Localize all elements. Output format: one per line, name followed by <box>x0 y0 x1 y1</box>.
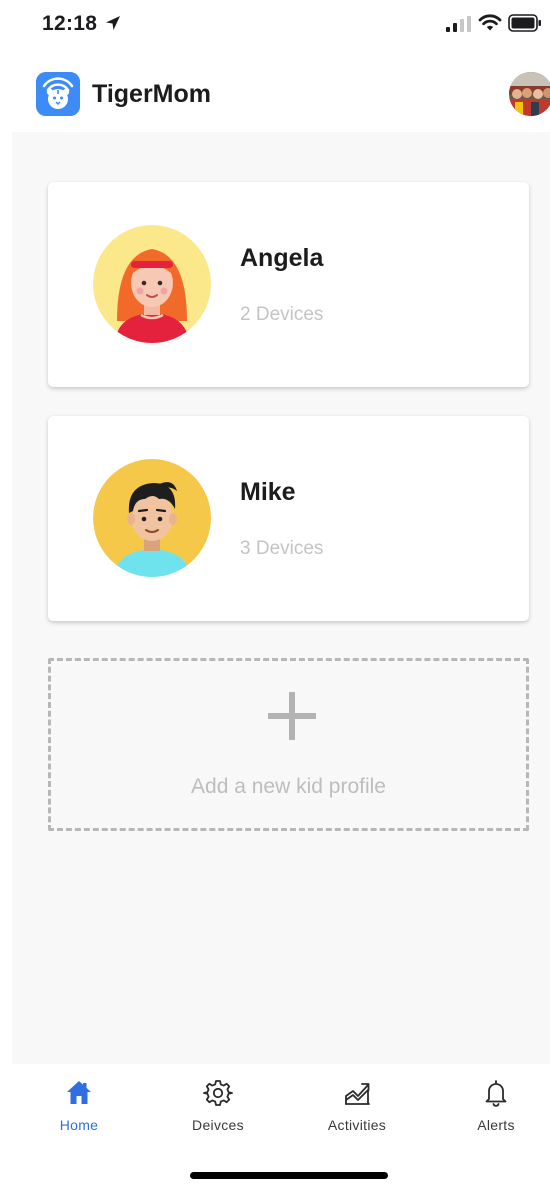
tab-home[interactable]: Home <box>24 1078 134 1138</box>
kid-card-mike[interactable]: Mike 3 Devices <box>48 416 529 621</box>
location-arrow-icon <box>106 16 120 30</box>
kid-name: Mike <box>240 478 296 506</box>
plus-icon <box>268 692 316 740</box>
add-kid-profile-button[interactable]: Add a new kid profile <box>48 658 529 831</box>
tab-label: Alerts <box>477 1117 515 1133</box>
bell-icon <box>485 1080 507 1107</box>
main-content: Angela 2 Devices Mike 3 Devices Add a ne… <box>12 132 550 1064</box>
profile-avatar[interactable] <box>509 72 550 116</box>
home-icon <box>67 1081 91 1104</box>
tab-label: Home <box>59 1117 99 1133</box>
battery-icon <box>508 14 541 32</box>
boy-avatar-illustration <box>93 459 211 577</box>
app-title: TigerMom <box>92 80 211 108</box>
status-bar: 12:18 <box>0 0 550 48</box>
kid-name: Angela <box>240 244 324 272</box>
signal-icon <box>446 16 471 32</box>
gear-icon <box>203 1080 233 1106</box>
profile-photo <box>509 72 550 116</box>
app-header: TigerMom <box>0 60 550 132</box>
bottom-tab-bar: Home Deivces Activities Alerts <box>0 1064 550 1187</box>
home-indicator[interactable] <box>190 1172 388 1179</box>
kid-avatar-mike <box>93 459 211 577</box>
girl-avatar-illustration <box>93 225 211 343</box>
tiger-logo-icon <box>36 72 80 116</box>
tab-activities[interactable]: Activities <box>302 1078 412 1138</box>
tab-alerts[interactable]: Alerts <box>441 1078 550 1138</box>
chart-trend-icon <box>345 1083 370 1105</box>
app-logo <box>36 72 80 116</box>
wifi-icon <box>478 14 502 31</box>
tab-label: Activities <box>327 1117 387 1133</box>
kid-device-count: 3 Devices <box>240 538 324 559</box>
kid-avatar-angela <box>93 225 211 343</box>
tab-label: Deivces <box>192 1117 244 1133</box>
status-time: 12:18 <box>42 12 98 35</box>
kid-card-angela[interactable]: Angela 2 Devices <box>48 182 529 387</box>
kid-device-count: 2 Devices <box>240 304 324 325</box>
tab-devices[interactable]: Deivces <box>163 1078 273 1138</box>
add-profile-label: Add a new kid profile <box>191 775 386 798</box>
